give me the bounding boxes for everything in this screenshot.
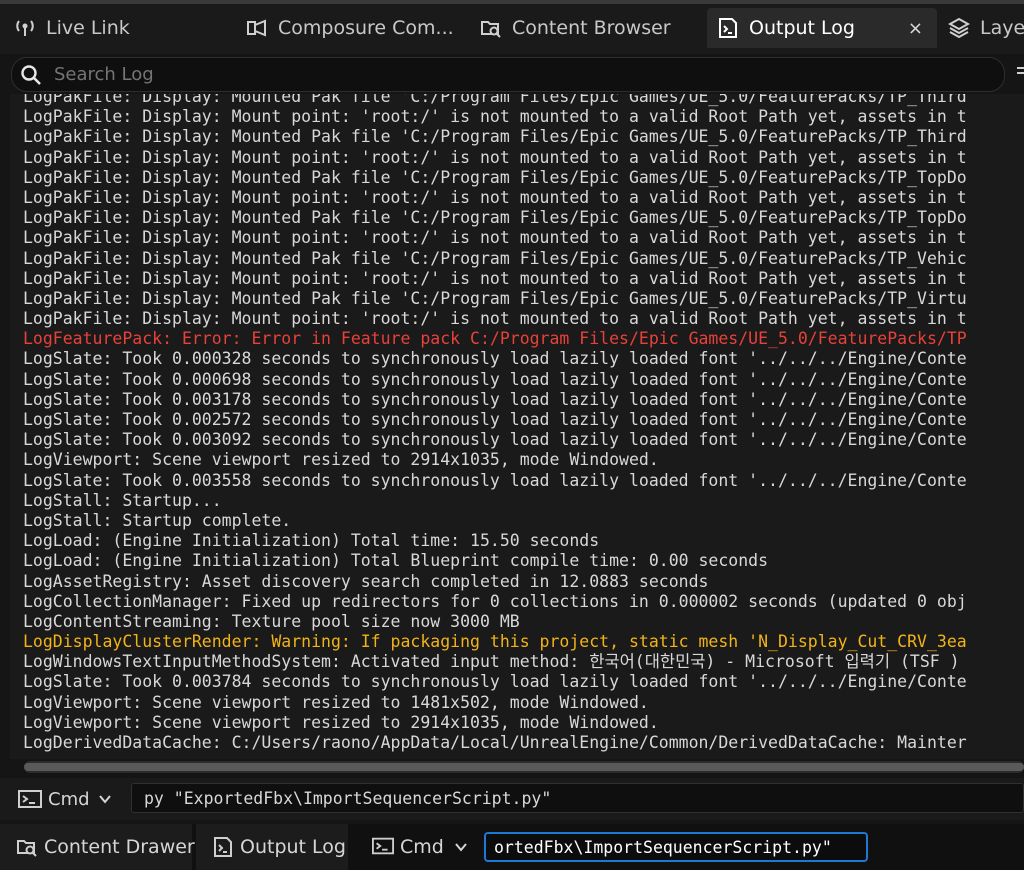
tab-label: Output Log bbox=[749, 17, 855, 39]
console-command-input[interactable] bbox=[131, 783, 1024, 813]
tab-composure[interactable]: Composure Com... bbox=[246, 10, 468, 46]
log-line: LogWindowsTextInputMethodSystem: Activat… bbox=[23, 652, 960, 672]
content-drawer-icon bbox=[16, 836, 38, 858]
log-line: LogContentStreaming: Texture pool size n… bbox=[23, 611, 520, 631]
log-line: LogLoad: (Engine Initialization) Total t… bbox=[23, 531, 600, 551]
search-options-icon[interactable] bbox=[1013, 60, 1024, 86]
live-link-icon bbox=[14, 17, 36, 39]
log-line: LogStall: Startup... bbox=[23, 490, 222, 510]
log-line: LogPakFile: Display: Mount point: 'root:… bbox=[23, 187, 967, 207]
log-line: LogPakFile: Display: Mounted Pak file 'C… bbox=[23, 127, 967, 147]
tab-label: Live Link bbox=[46, 17, 130, 39]
search-input[interactable] bbox=[52, 63, 956, 86]
composure-icon bbox=[246, 17, 268, 39]
log-line: LogCollectionManager: Fixed up redirecto… bbox=[23, 591, 967, 611]
content-drawer-button[interactable]: Content Drawer bbox=[0, 824, 195, 870]
log-line: LogAssetRegistry: Asset discovery search… bbox=[23, 571, 709, 591]
log-line: LogSlate: Took 0.000328 seconds to synch… bbox=[23, 349, 967, 369]
output-log-label: Output Log bbox=[240, 836, 346, 858]
log-line: LogPakFile: Display: Mount point: 'root:… bbox=[23, 147, 967, 167]
log-line: LogPakFile: Display: Mount point: 'root:… bbox=[23, 268, 967, 288]
log-line: LogSlate: Took 0.000698 seconds to synch… bbox=[23, 369, 967, 389]
horizontal-scrollbar[interactable] bbox=[24, 761, 1024, 773]
status-bar: Content Drawer Output Log Cmd bbox=[0, 824, 1024, 870]
tab-layers[interactable]: Layer bbox=[948, 10, 1024, 46]
output-log-button[interactable]: Output Log bbox=[196, 824, 348, 870]
tab-label: Composure Com... bbox=[278, 17, 454, 39]
log-line: LogPakFile: Display: Mount point: 'root:… bbox=[23, 228, 967, 248]
tab-output-log[interactable]: Output Log × bbox=[707, 8, 937, 48]
log-line: LogSlate: Took 0.002572 seconds to synch… bbox=[23, 410, 967, 429]
log-line: LogViewport: Scene viewport resized to 2… bbox=[23, 712, 659, 732]
title-strip bbox=[0, 0, 1024, 4]
tab-content-browser[interactable]: Content Browser bbox=[480, 10, 702, 46]
log-line: LogDerivedDataCache: C:/Users/raono/AppD… bbox=[23, 733, 967, 752]
console-icon bbox=[372, 836, 394, 858]
log-line: LogPakFile: Display: Mount point: 'root:… bbox=[23, 309, 967, 329]
output-log-icon bbox=[717, 17, 739, 39]
log-line: LogDisplayClusterRender: Warning: If pac… bbox=[23, 632, 967, 652]
scrollbar-thumb[interactable] bbox=[24, 763, 1024, 771]
layers-icon bbox=[948, 17, 970, 39]
log-line: LogViewport: Scene viewport resized to 2… bbox=[23, 450, 659, 470]
close-icon[interactable]: × bbox=[908, 18, 923, 39]
log-view[interactable]: LogPakFile: Display: Mounted Pak file 'C… bbox=[10, 94, 1024, 759]
log-line: LogSlate: Took 0.003558 seconds to synch… bbox=[23, 470, 967, 490]
console-icon bbox=[18, 789, 42, 809]
tab-label: Content Browser bbox=[512, 17, 671, 39]
log-lines: LogPakFile: Display: Mounted Pak file 'C… bbox=[23, 94, 967, 753]
search-icon bbox=[20, 64, 42, 86]
content-drawer-label: Content Drawer bbox=[44, 836, 195, 858]
chevron-down-icon bbox=[454, 840, 468, 854]
log-line: LogStall: Startup complete. bbox=[23, 510, 292, 530]
log-line: LogFeaturePack: Error: Error in Feature … bbox=[23, 329, 967, 349]
log-line: LogViewport: Scene viewport resized to 1… bbox=[23, 692, 649, 712]
log-line: LogPakFile: Display: Mounted Pak file 'C… bbox=[23, 94, 967, 106]
cmd-label: Cmd bbox=[400, 836, 444, 858]
status-command-input[interactable] bbox=[484, 832, 868, 862]
output-log-icon bbox=[212, 836, 234, 858]
log-line: LogSlate: Took 0.003178 seconds to synch… bbox=[23, 389, 967, 409]
log-line: LogPakFile: Display: Mounted Pak file 'C… bbox=[23, 288, 967, 308]
log-line: LogPakFile: Display: Mount point: 'root:… bbox=[23, 107, 967, 127]
log-line: LogPakFile: Display: Mounted Pak file 'C… bbox=[23, 167, 967, 187]
chevron-down-icon bbox=[98, 792, 112, 806]
cmd-selector-button[interactable]: Cmd bbox=[352, 824, 480, 870]
log-line: LogPakFile: Display: Mounted Pak file 'C… bbox=[23, 208, 967, 228]
tab-live-link[interactable]: Live Link bbox=[14, 10, 236, 46]
log-line: LogPakFile: Display: Mounted Pak file 'C… bbox=[23, 248, 967, 268]
cmd-label: Cmd bbox=[48, 788, 90, 810]
content-browser-icon bbox=[480, 17, 502, 39]
log-line: LogSlate: Took 0.003092 seconds to synch… bbox=[23, 430, 967, 450]
log-line: LogLoad: (Engine Initialization) Total B… bbox=[23, 551, 769, 571]
log-line: LogSlate: Took 0.003784 seconds to synch… bbox=[23, 672, 967, 692]
cmd-selector-button[interactable]: Cmd bbox=[18, 786, 112, 812]
tab-bar: Live Link Composure Com... Content Brows… bbox=[0, 0, 1024, 54]
tab-label: Layer bbox=[980, 17, 1024, 39]
command-row: Cmd bbox=[0, 778, 1024, 820]
search-box[interactable] bbox=[11, 57, 1005, 92]
